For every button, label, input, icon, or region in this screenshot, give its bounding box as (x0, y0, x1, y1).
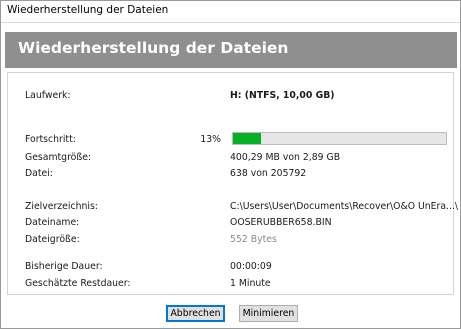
target-dir-value: C:\Users\User\Documents\Recover\O&O UnEr… (230, 201, 459, 212)
drive-label: Laufwerk: (25, 90, 71, 101)
file-name-label: Dateiname: (25, 217, 80, 228)
header-banner: Wiederherstellung der Dateien (5, 32, 457, 68)
header-title: Wiederherstellung der Dateien (18, 39, 289, 57)
progress-percent: 13% (200, 134, 221, 145)
elapsed-value: 00:00:09 (230, 261, 272, 272)
progress-label: Fortschritt: (25, 134, 76, 145)
file-size-label: Dateigröße: (25, 234, 80, 245)
file-count-value: 638 von 205792 (230, 168, 307, 179)
drive-value: H: (NTFS, 10,00 GB) (230, 90, 335, 101)
file-size-value: 552 Bytes (230, 234, 277, 245)
elapsed-label: Bisherige Dauer: (25, 261, 103, 272)
total-size-label: Gesamtgröße: (25, 152, 92, 163)
total-size-value: 400,29 MB von 2,89 GB (230, 152, 341, 163)
file-count-label: Datei: (25, 168, 53, 179)
cancel-button[interactable]: Abbrechen (166, 305, 225, 322)
recovery-dialog: Wiederherstellung der Dateien Wiederhers… (0, 0, 461, 329)
minimize-button[interactable]: Minimieren (239, 305, 298, 322)
file-name-value: OOSERUBBER658.BIN (230, 217, 332, 228)
dialog-footer: Abbrechen Minimieren (1, 299, 460, 329)
progress-bar (232, 132, 447, 145)
target-dir-label: Zielverzeichnis: (25, 201, 98, 212)
remaining-label: Geschätzte Restdauer: (25, 278, 131, 289)
progress-bar-fill (233, 133, 261, 144)
title-bar[interactable]: Wiederherstellung der Dateien (1, 1, 460, 23)
remaining-value: 1 Minute (230, 278, 271, 289)
window-title: Wiederherstellung der Dateien (7, 4, 169, 16)
